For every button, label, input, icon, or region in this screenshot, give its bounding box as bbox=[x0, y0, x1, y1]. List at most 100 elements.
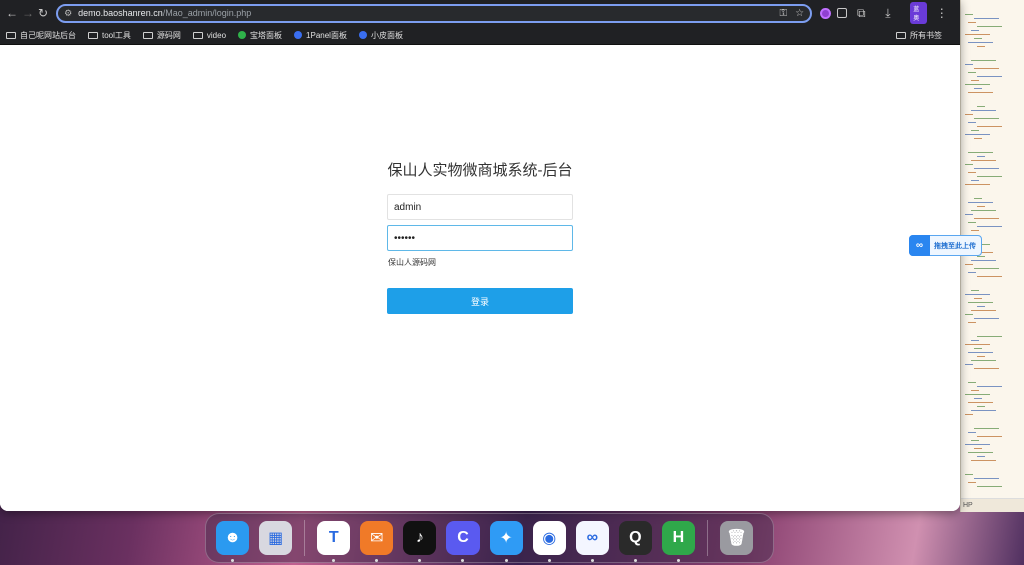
code-line bbox=[974, 318, 999, 319]
dock: ☻ ▦ T ✉ ♪ C ✦ ◉ ∞ Q H 🗑 bbox=[205, 513, 774, 563]
code-line bbox=[977, 226, 1002, 227]
toDesk-icon[interactable]: T bbox=[317, 521, 351, 562]
code-line bbox=[977, 486, 1002, 487]
code-line bbox=[977, 336, 1002, 337]
code-line bbox=[968, 322, 976, 323]
trash-icon[interactable]: 🗑 bbox=[719, 521, 754, 555]
browser-window: ← → ↻ ⚙ demo.baoshanren.cn/Mao_admin/log… bbox=[0, 0, 960, 511]
reload-icon[interactable]: ↻ bbox=[38, 4, 48, 22]
login-button[interactable]: 登录 bbox=[387, 288, 573, 314]
bookmark-item[interactable]: 小皮面板 bbox=[358, 30, 403, 41]
code-line bbox=[977, 206, 985, 207]
code-line bbox=[968, 122, 976, 123]
bookmark-item[interactable]: 1Panel面板 bbox=[294, 30, 347, 41]
bookmark-label: 小皮面板 bbox=[370, 30, 403, 40]
bookmark-item[interactable]: tool工具 bbox=[88, 30, 131, 41]
code-line bbox=[965, 344, 990, 345]
password-input[interactable] bbox=[387, 225, 573, 251]
code-line bbox=[968, 402, 993, 403]
site-name-text: 保山人源码网 bbox=[388, 258, 436, 267]
code-line bbox=[977, 76, 1002, 77]
code-line bbox=[971, 360, 996, 361]
code-line bbox=[968, 382, 976, 383]
extension-window-icon[interactable] bbox=[836, 8, 847, 18]
code-line bbox=[965, 134, 990, 135]
bookmark-item[interactable]: 宝塔面板 bbox=[238, 30, 282, 41]
finder-icon[interactable]: ☻ bbox=[216, 521, 250, 562]
background-editor-window[interactable]: HP bbox=[960, 0, 1024, 512]
code-line bbox=[971, 80, 979, 81]
download-icon[interactable]: ⤓ bbox=[880, 4, 897, 22]
code-line bbox=[974, 368, 999, 369]
code-line bbox=[974, 168, 999, 169]
back-icon[interactable]: ← bbox=[6, 4, 18, 22]
code-line bbox=[977, 356, 985, 357]
code-line bbox=[971, 410, 996, 411]
code-line bbox=[965, 264, 973, 265]
code-line bbox=[971, 460, 996, 461]
code-line bbox=[971, 110, 996, 111]
code-line bbox=[968, 42, 993, 43]
bookmark-item[interactable]: 源码网 bbox=[142, 30, 181, 41]
code-line bbox=[977, 106, 985, 107]
mailmaster-icon[interactable]: ✉ bbox=[360, 521, 394, 562]
code-line bbox=[971, 180, 979, 181]
upload-drop-widget[interactable]: ∞ 拖拽至此上传 bbox=[909, 234, 982, 256]
forward-icon[interactable]: → bbox=[22, 4, 34, 22]
code-line bbox=[971, 30, 979, 31]
password-key-icon[interactable]: ⚿ bbox=[779, 8, 787, 19]
running-indicator bbox=[231, 559, 234, 562]
site-settings-icon[interactable]: ⚙ bbox=[64, 8, 72, 19]
extension-purple-icon[interactable] bbox=[820, 7, 831, 19]
launchpad-icon[interactable]: ▦ bbox=[259, 521, 293, 555]
code-line bbox=[968, 222, 976, 223]
code-line bbox=[977, 386, 1002, 387]
code-line bbox=[968, 172, 976, 173]
code-line bbox=[971, 340, 979, 341]
code-line bbox=[977, 256, 985, 257]
code-line bbox=[977, 456, 985, 457]
code-line bbox=[974, 138, 982, 139]
quicktime-icon[interactable]: Q bbox=[618, 521, 652, 562]
code-line bbox=[977, 176, 1002, 177]
quark-icon[interactable]: C bbox=[446, 521, 480, 562]
code-line bbox=[968, 92, 993, 93]
bookmarks-bar: 自己呢网站后台 tool工具 源码网 video 宝塔面板 1Panel面板 小皮面板 所有书… bbox=[0, 26, 960, 45]
profile-badge[interactable]: 蓝奥 bbox=[910, 2, 928, 24]
running-indicator bbox=[418, 559, 422, 562]
dock-separator bbox=[707, 520, 708, 556]
tiktok-icon[interactable]: ♪ bbox=[403, 521, 437, 562]
baidunetdisk-icon[interactable]: ∞ bbox=[575, 521, 609, 562]
folder-icon bbox=[896, 31, 906, 39]
safari-icon[interactable]: ✦ bbox=[489, 521, 523, 562]
bookmark-item[interactable]: 自己呢网站后台 bbox=[6, 30, 76, 41]
all-bookmarks-button[interactable]: 所有书签 bbox=[896, 30, 942, 41]
address-bar[interactable]: ⚙ demo.baoshanren.cn/Mao_admin/login.php… bbox=[56, 3, 813, 23]
bookmark-label: 1Panel面板 bbox=[306, 30, 347, 40]
code-line bbox=[965, 14, 973, 15]
extensions-puzzle-icon[interactable]: ⧉ bbox=[853, 4, 870, 22]
code-line bbox=[965, 114, 973, 115]
url-text: demo.baoshanren.cn/Mao_admin/login.php bbox=[78, 8, 252, 18]
code-line bbox=[965, 364, 973, 365]
hbuilder-icon[interactable]: H bbox=[661, 521, 695, 562]
code-line bbox=[974, 298, 982, 299]
chrome-icon[interactable]: ◉ bbox=[532, 521, 566, 562]
code-line bbox=[974, 448, 982, 449]
code-line bbox=[965, 84, 990, 85]
code-line bbox=[968, 352, 993, 353]
bookmark-star-icon[interactable]: ☆ bbox=[795, 8, 804, 19]
bookmark-label: 源码网 bbox=[156, 30, 181, 40]
username-input[interactable] bbox=[387, 194, 573, 220]
xp-icon bbox=[358, 31, 367, 39]
menu-kebab-icon[interactable]: ⋮ bbox=[933, 4, 950, 22]
code-line bbox=[974, 398, 982, 399]
code-line bbox=[977, 126, 1002, 127]
bookmark-item[interactable]: video bbox=[192, 31, 226, 40]
code-line bbox=[977, 276, 1002, 277]
code-line bbox=[977, 406, 985, 407]
code-line bbox=[968, 482, 976, 483]
code-line bbox=[971, 210, 996, 211]
bookmark-label: 宝塔面板 bbox=[250, 30, 283, 40]
code-line bbox=[971, 290, 979, 291]
